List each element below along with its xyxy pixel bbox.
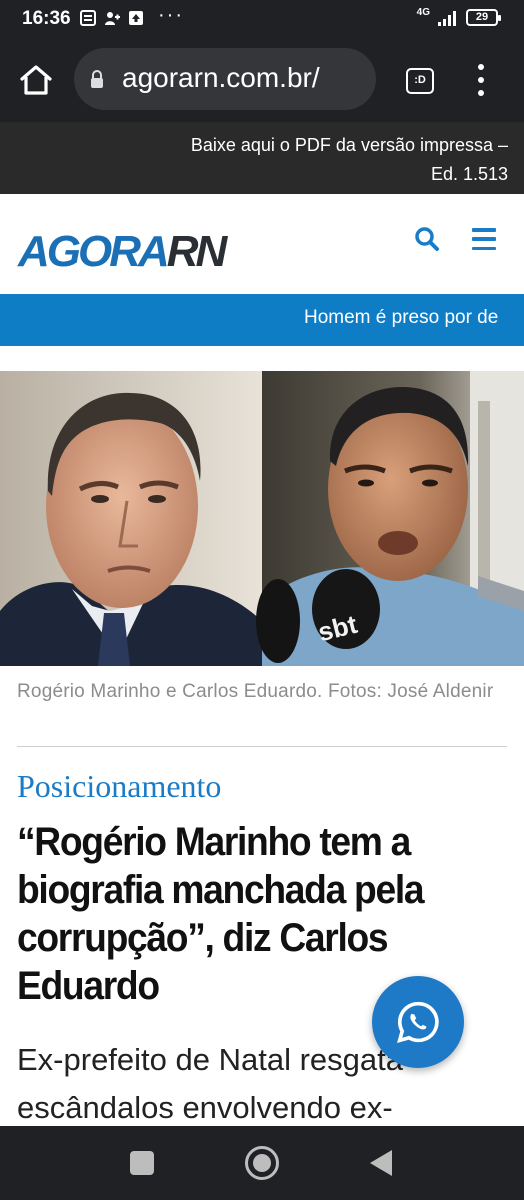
home-button[interactable]: [245, 1146, 279, 1180]
whatsapp-floating-button[interactable]: [372, 976, 464, 1068]
back-button[interactable]: [370, 1150, 392, 1176]
news-ticker[interactable]: Homem é preso por de: [0, 294, 524, 346]
contact-notification-icon: [105, 12, 120, 25]
site-logo[interactable]: AGORARN: [18, 230, 227, 274]
microphone: [256, 579, 300, 663]
search-icon[interactable]: [414, 226, 440, 252]
hamburger-menu-icon[interactable]: [472, 228, 496, 250]
logo-rn-text: RN: [166, 227, 228, 276]
android-nav-bar: [0, 1126, 524, 1200]
article-photo: sbt: [0, 371, 524, 666]
url-text: agorarn.com.br/: [122, 62, 320, 93]
upload-notification-icon: [129, 11, 143, 25]
more-notifications-icon: ···: [158, 4, 184, 26]
address-bar[interactable]: agorarn.com.br/: [74, 48, 376, 110]
whatsapp-icon: [397, 1001, 439, 1043]
category-row: Posicionamento: [17, 764, 277, 808]
logo-agora-text: AGORA: [18, 227, 170, 276]
divider: [17, 746, 507, 747]
photo-caption: Rogério Marinho e Carlos Eduardo. Fotos:…: [17, 681, 494, 702]
site-topbar: Baixe aqui o PDF da versão impressa – Ed…: [0, 122, 524, 194]
network-type: 4G: [416, 7, 430, 18]
recent-apps-button[interactable]: [130, 1151, 154, 1175]
status-time: 16:36: [22, 8, 71, 29]
pdf-edition-link[interactable]: Baixe aqui o PDF da versão impressa – Ed…: [178, 131, 508, 189]
status-bar: 16:36 ··· 4G 29: [0, 0, 524, 38]
article-category[interactable]: Posicionamento: [17, 768, 221, 805]
battery-icon: 29: [466, 9, 501, 26]
browser-toolbar: agorarn.com.br/ :D: [0, 38, 524, 122]
signal-icon: [438, 10, 456, 26]
ticker-headline[interactable]: Homem é preso por de: [304, 307, 498, 329]
browser-menu-button[interactable]: [474, 64, 488, 96]
status-indicators: 4G 29: [416, 7, 501, 26]
subtitle-line-2: escândalos envolvendo ex-: [17, 1090, 393, 1125]
lock-icon: [91, 70, 103, 88]
site-header: AGORARN: [0, 194, 524, 294]
news-notification-icon: [80, 10, 96, 26]
notification-icons: [80, 10, 144, 26]
tab-switcher-button[interactable]: :D: [406, 68, 434, 94]
home-icon[interactable]: [18, 64, 54, 96]
